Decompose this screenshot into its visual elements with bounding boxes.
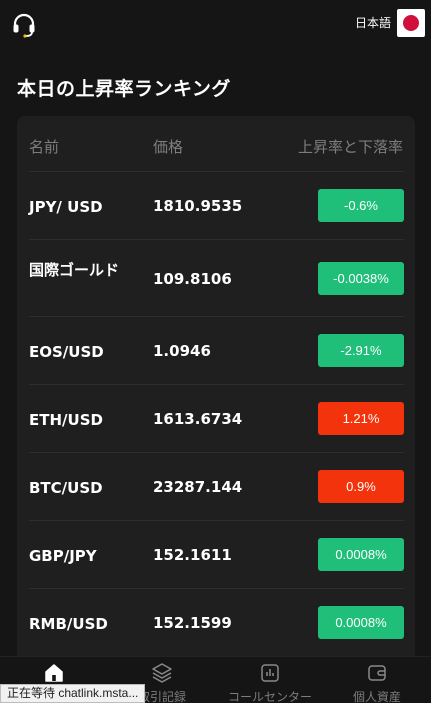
change-badge: 0.9% (318, 470, 404, 503)
row-name: RMB/USD (29, 615, 108, 633)
row-price: 152.1599 (153, 614, 232, 632)
change-badge: 0.0008% (318, 606, 404, 639)
table-row[interactable]: GBP/JPY 152.1611 0.0008% (29, 520, 404, 588)
home-icon (45, 664, 63, 682)
row-price: 1810.9535 (153, 197, 243, 215)
change-badge: -2.91% (318, 334, 404, 367)
ranking-table: 名前 価格 上昇率と下落率 JPY/ USD 1810.9535 -0.6% 国… (17, 116, 415, 676)
row-name: EOS/USD (29, 343, 104, 361)
row-price: 109.8106 (153, 270, 232, 288)
language-label[interactable]: 日本語 (355, 14, 391, 31)
tab-call-center-label: コールセンター (227, 690, 312, 703)
row-price: 23287.144 (153, 478, 243, 496)
japan-flag-icon[interactable] (397, 9, 425, 37)
row-price: 152.1611 (153, 546, 232, 564)
tab-call-center[interactable]: コールセンター (216, 657, 324, 703)
row-price: 1.0946 (153, 342, 211, 360)
browser-status-popup: 正在等待 chatlink.msta... (0, 684, 146, 703)
row-name: GBP/JPY (29, 547, 97, 565)
column-header-name: 名前 (29, 138, 60, 156)
table-row[interactable]: RMB/USD 152.1599 0.0008% (29, 588, 404, 656)
table-row[interactable]: BTC/USD 23287.144 0.9% (29, 452, 404, 520)
wallet-icon (368, 665, 386, 681)
row-name: ETH/USD (29, 411, 103, 429)
table-row[interactable]: 国際ゴールド 109.8106 -0.0038% (29, 239, 404, 316)
change-badge: 1.21% (318, 402, 404, 435)
column-header-price: 価格 (153, 138, 184, 156)
layers-icon (152, 663, 172, 683)
change-badge: 0.0008% (318, 538, 404, 571)
page-title: 本日の上昇率ランキング (17, 78, 231, 100)
table-row[interactable]: EOS/USD 1.0946 -2.91% (29, 316, 404, 384)
table-row[interactable]: ETH/USD 1613.6734 1.21% (29, 384, 404, 452)
headset-icon[interactable] (10, 11, 38, 39)
row-price: 1613.6734 (153, 410, 243, 428)
row-name: BTC/USD (29, 479, 103, 497)
table-row[interactable]: JPY/ USD 1810.9535 -0.6% (29, 171, 404, 239)
tab-personal-assets[interactable]: 個人資産 (323, 657, 431, 703)
top-bar: 日本語 (0, 0, 431, 48)
chart-icon (261, 664, 279, 682)
tab-personal-assets-label: 個人資産 (352, 690, 401, 703)
column-header-change: 上昇率と下落率 (297, 138, 403, 156)
row-name: 国際ゴールド (29, 261, 120, 279)
change-badge: -0.0038% (318, 262, 404, 295)
change-badge: -0.6% (318, 189, 404, 222)
row-name: JPY/ USD (29, 198, 103, 216)
